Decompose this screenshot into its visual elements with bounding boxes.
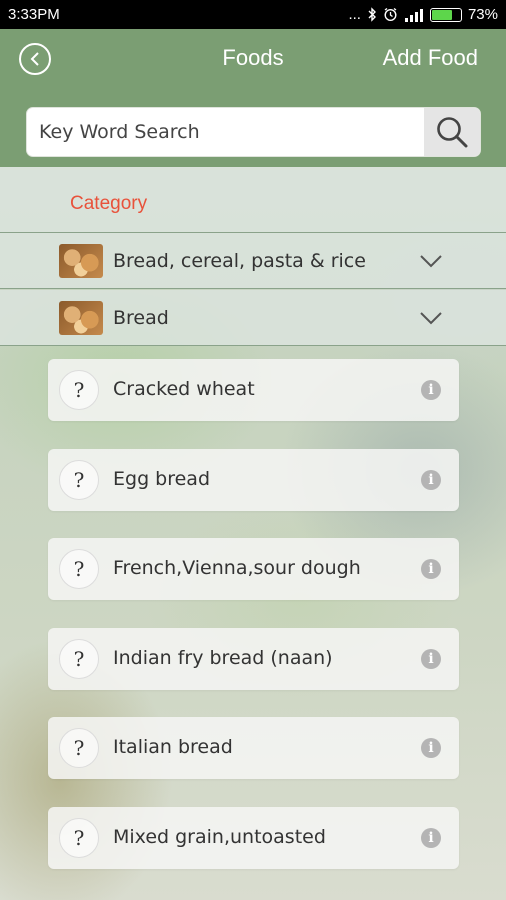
battery-fill bbox=[431, 9, 453, 20]
food-item[interactable]: ? French,Vienna,sour dough i bbox=[48, 538, 459, 600]
category-header: Category bbox=[0, 167, 506, 233]
group-row-bread[interactable]: Bread bbox=[0, 290, 506, 346]
info-icon[interactable]: i bbox=[421, 380, 441, 400]
battery-icon bbox=[429, 7, 462, 22]
search-input[interactable] bbox=[27, 108, 424, 156]
battery-percent: 73% bbox=[467, 6, 498, 23]
bluetooth-icon bbox=[368, 7, 376, 22]
status-bar: 3:33PM ... 73% bbox=[0, 0, 506, 29]
alarm-icon bbox=[384, 7, 397, 22]
group-label: Bread, cereal, pasta & rice bbox=[113, 249, 366, 272]
info-icon[interactable]: i bbox=[421, 470, 441, 490]
info-icon[interactable]: i bbox=[421, 738, 441, 758]
search-icon bbox=[437, 117, 468, 148]
group-row-bread-cereal[interactable]: Bread, cereal, pasta & rice bbox=[0, 233, 506, 289]
food-item[interactable]: ? Cracked wheat i bbox=[48, 359, 459, 421]
category-label: Category bbox=[70, 193, 148, 214]
bread-thumbnail-icon bbox=[59, 300, 103, 335]
search-box bbox=[26, 107, 481, 157]
bread-thumbnail-icon bbox=[59, 243, 103, 278]
app-header: Foods Add Food bbox=[0, 29, 506, 167]
unknown-rating-icon: ? bbox=[59, 639, 99, 679]
unknown-rating-icon: ? bbox=[59, 728, 99, 768]
notification-dots: ... bbox=[348, 6, 361, 23]
food-label: Mixed grain,untoasted bbox=[113, 826, 326, 848]
chevron-down-icon[interactable] bbox=[420, 311, 442, 325]
search-button[interactable] bbox=[424, 108, 480, 156]
unknown-rating-icon: ? bbox=[59, 818, 99, 858]
food-item[interactable]: ? Indian fry bread (naan) i bbox=[48, 628, 459, 690]
info-icon[interactable]: i bbox=[421, 559, 441, 579]
chevron-down-icon[interactable] bbox=[420, 254, 442, 268]
food-label: Cracked wheat bbox=[113, 378, 255, 400]
unknown-rating-icon: ? bbox=[59, 460, 99, 500]
food-label: Egg bread bbox=[113, 468, 211, 490]
info-icon[interactable]: i bbox=[421, 649, 441, 669]
group-label: Bread bbox=[113, 306, 169, 329]
food-item[interactable]: ? Italian bread i bbox=[48, 717, 459, 779]
unknown-rating-icon: ? bbox=[59, 370, 99, 410]
signal-icon bbox=[404, 8, 423, 22]
food-label: Italian bread bbox=[113, 736, 233, 758]
status-indicators: ... 73% bbox=[348, 6, 498, 23]
food-label: French,Vienna,sour dough bbox=[113, 557, 361, 579]
status-time: 3:33PM bbox=[8, 6, 60, 23]
info-icon[interactable]: i bbox=[421, 828, 441, 848]
add-food-button[interactable]: Add Food bbox=[383, 45, 478, 71]
food-label: Indian fry bread (naan) bbox=[113, 647, 333, 669]
food-item[interactable]: ? Mixed grain,untoasted i bbox=[48, 807, 459, 869]
food-item[interactable]: ? Egg bread i bbox=[48, 449, 459, 511]
unknown-rating-icon: ? bbox=[59, 549, 99, 589]
